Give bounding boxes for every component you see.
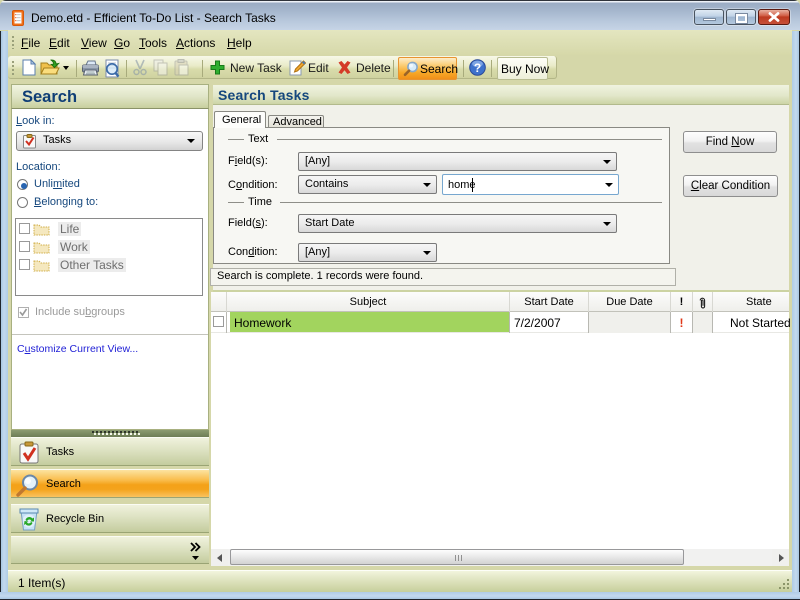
svg-text:?: ? (474, 61, 481, 75)
